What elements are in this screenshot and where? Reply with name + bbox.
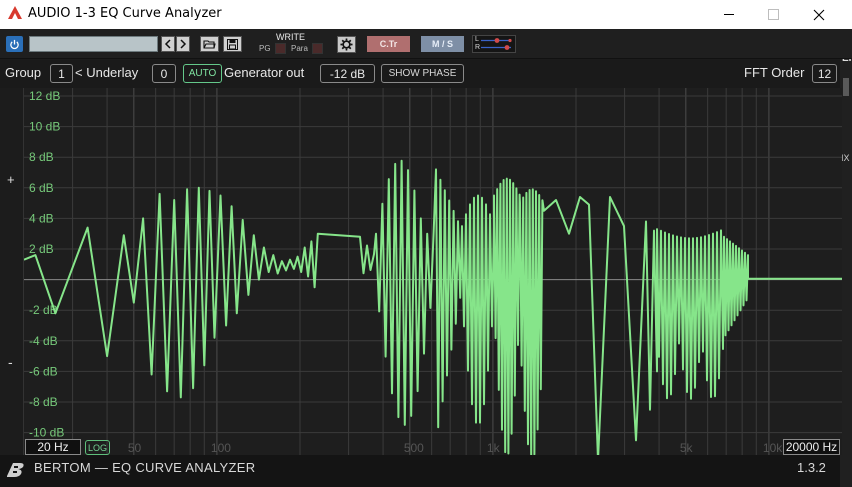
window-titlebar: AUDIO 1-3 EQ Curve Analyzer bbox=[0, 0, 852, 29]
minimize-icon bbox=[723, 14, 734, 15]
chevron-right-icon bbox=[180, 39, 187, 49]
db-tick-label: -8 dB bbox=[29, 395, 58, 409]
db-tick-label: -4 dB bbox=[29, 334, 58, 348]
app-logo-icon bbox=[8, 6, 22, 19]
frequency-tick-label: 50 bbox=[128, 441, 142, 455]
db-tick-label: -10 dB bbox=[29, 426, 64, 440]
close-button[interactable] bbox=[796, 0, 842, 29]
version-text: 1.3.2 bbox=[797, 460, 826, 475]
auto-button[interactable]: AUTO bbox=[183, 64, 222, 83]
window-title: AUDIO 1-3 EQ Curve Analyzer bbox=[28, 6, 222, 21]
zoom-in-button[interactable]: + bbox=[7, 172, 15, 187]
underlay-value-field[interactable]: 0 bbox=[152, 64, 176, 83]
db-tick-label: -6 dB bbox=[29, 364, 58, 378]
maximize-button[interactable] bbox=[750, 0, 796, 29]
plugin-window: AUDIO 1-3 EQ Curve Analyzer WRITE PG Par… bbox=[0, 0, 852, 487]
generator-out-label: Generator out bbox=[224, 65, 305, 80]
route-right-label: R bbox=[475, 44, 481, 51]
fft-order-field[interactable]: 12 bbox=[812, 64, 837, 83]
frequency-tick-label: 1k bbox=[487, 441, 501, 455]
db-tick-label: 10 dB bbox=[29, 120, 60, 134]
channel-routing-button[interactable]: L R bbox=[472, 35, 516, 53]
save-preset-button[interactable] bbox=[223, 36, 242, 52]
log-scale-toggle[interactable]: LOG bbox=[85, 440, 110, 455]
para-write-toggle[interactable] bbox=[312, 43, 323, 54]
mid-side-button[interactable]: M / S bbox=[421, 36, 464, 52]
host-toolbar: WRITE PG Para C.Tr M / S L R bbox=[0, 29, 852, 59]
pg-write-toggle[interactable] bbox=[275, 43, 286, 54]
next-preset-button[interactable] bbox=[176, 36, 190, 52]
frequency-tick-label: 500 bbox=[404, 441, 424, 455]
minimize-button[interactable] bbox=[706, 0, 752, 29]
db-tick-label: 8 dB bbox=[29, 150, 54, 164]
generator-out-field[interactable]: -12 dB bbox=[320, 64, 375, 83]
write-label: WRITE bbox=[276, 32, 305, 42]
maximize-icon bbox=[767, 9, 779, 20]
brand-text: BERTOM — EQ CURVE ANALYZER bbox=[34, 460, 256, 475]
chevron-left-icon bbox=[164, 39, 171, 49]
close-icon bbox=[813, 9, 825, 20]
bertom-logo-icon bbox=[7, 463, 24, 477]
power-button[interactable] bbox=[6, 36, 23, 52]
zoom-out-button[interactable]: - bbox=[8, 354, 13, 370]
gain-scale-strip: + - bbox=[0, 88, 24, 455]
folder-open-icon bbox=[203, 39, 216, 49]
power-icon bbox=[10, 39, 19, 49]
show-phase-button[interactable]: SHOW PHASE bbox=[381, 64, 464, 83]
group-label: Group bbox=[5, 65, 42, 80]
right-edge-text-mid: IX bbox=[841, 153, 850, 163]
right-edge-text-top: ER bbox=[842, 59, 852, 64]
analyzer-controls: Group 1 < Underlay 0 AUTO Generator out … bbox=[0, 60, 840, 88]
gear-icon bbox=[340, 38, 353, 51]
db-tick-label: 6 dB bbox=[29, 181, 54, 195]
fft-order-label: FFT Order bbox=[744, 65, 805, 80]
open-preset-button[interactable] bbox=[200, 36, 219, 52]
right-edge-scrollbar[interactable] bbox=[843, 78, 849, 96]
preset-field[interactable] bbox=[29, 36, 158, 52]
min-frequency-field[interactable]: 20 Hz bbox=[25, 439, 81, 455]
eq-curve-plot[interactable]: 12 dB 10 dB 8 dB 6 dB 4 dB 2 dB -2 dB -4 dB -6 d… bbox=[24, 88, 842, 455]
frequency-tick-label: 5k bbox=[680, 441, 694, 455]
group-value-field[interactable]: 1 bbox=[50, 64, 73, 83]
frequency-tick-label: 100 bbox=[211, 441, 231, 455]
db-tick-label: 4 dB bbox=[29, 211, 54, 225]
settings-button[interactable] bbox=[337, 36, 356, 53]
ctr-button[interactable]: C.Tr bbox=[367, 36, 410, 52]
route-left-label: L bbox=[475, 36, 479, 43]
eq-curve-chart: 12 dB10 dB8 dB6 dB4 dB2 dB-2 dB-4 dB-6 d… bbox=[24, 88, 842, 455]
plugin-footer: BERTOM — EQ CURVE ANALYZER 1.3.2 bbox=[0, 455, 840, 487]
floppy-disk-icon bbox=[227, 38, 238, 50]
pg-label: PG bbox=[259, 44, 271, 53]
max-frequency-field[interactable]: 20000 Hz bbox=[783, 439, 840, 455]
previous-preset-button[interactable] bbox=[161, 36, 175, 52]
para-label: Para bbox=[291, 44, 308, 53]
db-tick-label: 12 dB bbox=[29, 89, 60, 103]
db-tick-label: 2 dB bbox=[29, 242, 54, 256]
underlay-label: < Underlay bbox=[75, 65, 139, 80]
frequency-tick-label: 10k bbox=[763, 441, 783, 455]
